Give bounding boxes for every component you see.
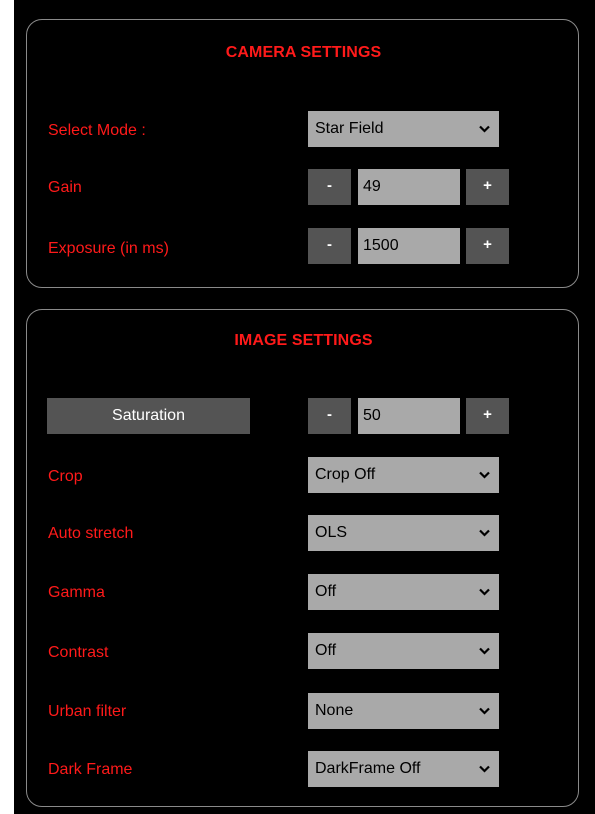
select-mode-dropdown[interactable]: Star Field (308, 111, 499, 147)
dark-frame-label: Dark Frame (48, 761, 133, 778)
chevron-down-icon (479, 765, 490, 773)
exposure-input[interactable]: 1500 (358, 228, 460, 264)
chevron-down-icon (479, 647, 490, 655)
crop-label: Crop (48, 468, 83, 485)
settings-page: CAMERA SETTINGS Select Mode : Star Field… (14, 0, 595, 814)
auto-stretch-dropdown[interactable]: OLS (308, 515, 499, 551)
chevron-down-icon (479, 707, 490, 715)
exposure-decrement-button[interactable]: - (308, 228, 351, 264)
select-mode-value: Star Field (315, 120, 384, 137)
crop-value: Crop Off (315, 466, 376, 483)
image-settings-title: IMAGE SETTINGS (234, 332, 373, 349)
gamma-dropdown[interactable]: Off (308, 574, 499, 610)
image-settings-panel: IMAGE SETTINGS Saturation - 50 + Crop Cr… (26, 309, 579, 807)
saturation-increment-button[interactable]: + (466, 398, 509, 434)
chevron-down-icon (479, 471, 490, 479)
urban-filter-dropdown[interactable]: None (308, 693, 499, 729)
camera-settings-title: CAMERA SETTINGS (225, 44, 382, 61)
auto-stretch-label: Auto stretch (48, 525, 134, 542)
saturation-button[interactable]: Saturation (47, 398, 250, 434)
gain-input[interactable]: 49 (358, 169, 460, 205)
auto-stretch-value: OLS (315, 524, 348, 541)
contrast-dropdown[interactable]: Off (308, 633, 499, 669)
saturation-decrement-button[interactable]: - (308, 398, 351, 434)
select-mode-label: Select Mode : (48, 122, 146, 139)
gain-decrement-button[interactable]: - (308, 169, 351, 205)
contrast-value: Off (315, 642, 337, 659)
camera-settings-panel: CAMERA SETTINGS Select Mode : Star Field… (26, 19, 579, 288)
exposure-increment-button[interactable]: + (466, 228, 509, 264)
urban-filter-label: Urban filter (48, 703, 127, 720)
gain-increment-button[interactable]: + (466, 169, 509, 205)
contrast-label: Contrast (48, 644, 109, 661)
gamma-label: Gamma (48, 584, 105, 601)
urban-filter-value: None (315, 702, 354, 719)
dark-frame-dropdown[interactable]: DarkFrame Off (308, 751, 499, 787)
chevron-down-icon (479, 588, 490, 596)
saturation-input[interactable]: 50 (358, 398, 460, 434)
exposure-label: Exposure (in ms) (48, 240, 169, 257)
chevron-down-icon (479, 125, 490, 133)
crop-dropdown[interactable]: Crop Off (308, 457, 499, 493)
gamma-value: Off (315, 583, 337, 600)
dark-frame-value: DarkFrame Off (315, 760, 421, 777)
gain-label: Gain (48, 179, 82, 196)
chevron-down-icon (479, 529, 490, 537)
